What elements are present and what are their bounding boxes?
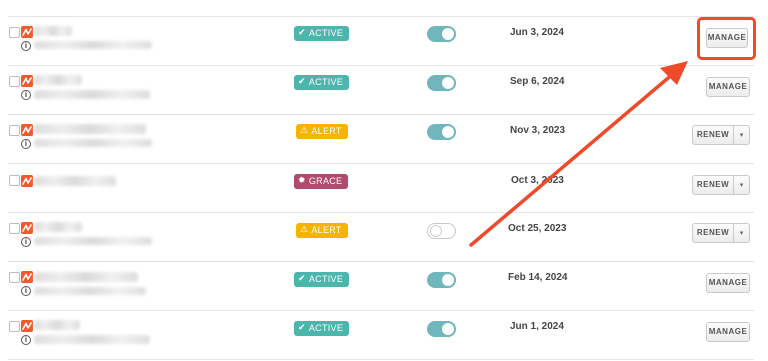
brand-logo-icon: [21, 271, 33, 283]
table-row: ✹ GRACE Oct 3, 2023 RENEW ▾: [0, 164, 768, 213]
info-icon[interactable]: i: [21, 335, 31, 345]
redacted-details: [34, 335, 150, 344]
brand-logo-icon: [21, 124, 33, 136]
table-row: i ✔ ACTIVE Jun 1, 2024 MANAGE: [0, 311, 768, 360]
redacted-name: [34, 26, 72, 36]
check-icon: ✔: [298, 274, 306, 284]
expiry-date: Nov 3, 2023: [510, 125, 566, 136]
info-icon[interactable]: i: [21, 90, 31, 100]
status-badge: ⚠ ALERT: [296, 124, 348, 139]
renew-button[interactable]: RENEW: [692, 175, 734, 195]
chevron-down-icon[interactable]: ▾: [733, 223, 750, 243]
row-checkbox[interactable]: [9, 125, 20, 136]
manage-button[interactable]: MANAGE: [706, 322, 750, 342]
row-checkbox[interactable]: [9, 175, 20, 186]
redacted-details: [34, 287, 146, 295]
renew-button[interactable]: RENEW: [692, 125, 734, 145]
expiry-date: Jun 3, 2024: [510, 27, 564, 38]
table-row: i ✔ ACTIVE Sep 6, 2024 MANAGE: [0, 66, 768, 115]
redacted-details: [34, 237, 152, 245]
table-row: i ✔ ACTIVE Jun 3, 2024 MANAGE: [0, 17, 768, 66]
status-label: ACTIVE: [308, 28, 344, 38]
check-icon: ✔: [298, 28, 306, 38]
expiry-date: Feb 14, 2024: [508, 272, 568, 283]
info-icon[interactable]: i: [21, 286, 31, 296]
redacted-name: [34, 222, 82, 232]
status-badge: ✔ ACTIVE: [294, 26, 350, 41]
chevron-down-icon[interactable]: ▾: [733, 175, 750, 195]
brand-logo-icon: [21, 222, 33, 234]
info-icon[interactable]: i: [21, 41, 31, 51]
status-label: ACTIVE: [308, 77, 344, 87]
domains-table: i ✔ ACTIVE Jun 3, 2024 MANAGE i ✔ ACTIVE…: [0, 0, 768, 361]
manage-button[interactable]: MANAGE: [706, 77, 750, 97]
status-badge: ✔ ACTIVE: [294, 321, 350, 336]
expiry-date: Oct 3, 2023: [511, 175, 564, 186]
brand-logo-icon: [21, 175, 33, 187]
status-label: ACTIVE: [308, 274, 344, 284]
redacted-name: [34, 176, 116, 186]
redacted-details: [34, 41, 152, 49]
auto-renew-toggle[interactable]: [427, 26, 456, 42]
status-badge: ⚠ ALERT: [296, 223, 348, 238]
status-label: GRACE: [308, 176, 343, 186]
status-label: ACTIVE: [308, 323, 344, 333]
redacted-name: [34, 75, 82, 85]
status-label: ALERT: [311, 225, 342, 235]
row-checkbox[interactable]: [9, 27, 20, 38]
info-icon[interactable]: i: [21, 139, 31, 149]
info-icon[interactable]: i: [21, 237, 31, 247]
table-row: i ✔ ACTIVE Feb 14, 2024 MANAGE: [0, 262, 768, 311]
redacted-name: [34, 124, 146, 134]
brand-logo-icon: [21, 26, 33, 38]
check-icon: ✔: [298, 323, 306, 333]
redacted-details: [34, 90, 150, 99]
expiry-date: Oct 25, 2023: [508, 223, 567, 234]
auto-renew-toggle[interactable]: [427, 321, 456, 337]
table-row: i ⚠ ALERT Oct 25, 2023 RENEW ▾: [0, 213, 768, 262]
bug-icon: ✹: [298, 176, 306, 186]
auto-renew-toggle[interactable]: [427, 272, 456, 288]
renew-button[interactable]: RENEW: [692, 223, 734, 243]
status-badge: ✔ ACTIVE: [294, 272, 350, 287]
row-checkbox[interactable]: [9, 272, 20, 283]
auto-renew-toggle[interactable]: [427, 75, 456, 91]
warning-icon: ⚠: [300, 126, 309, 136]
brand-logo-icon: [21, 75, 33, 87]
table-row: i ⚠ ALERT Nov 3, 2023 RENEW ▾: [0, 115, 768, 164]
chevron-down-icon[interactable]: ▾: [733, 125, 750, 145]
row-checkbox[interactable]: [9, 321, 20, 332]
brand-logo-icon: [21, 320, 33, 332]
redacted-details: [34, 139, 152, 147]
auto-renew-toggle[interactable]: [427, 223, 456, 239]
status-label: ALERT: [311, 126, 342, 136]
expiry-date: Sep 6, 2024: [510, 76, 565, 87]
row-checkbox[interactable]: [9, 223, 20, 234]
warning-icon: ⚠: [300, 225, 309, 235]
expiry-date: Jun 1, 2024: [510, 321, 564, 332]
row-checkbox[interactable]: [9, 76, 20, 87]
redacted-name: [34, 320, 80, 330]
redacted-name: [34, 272, 138, 282]
check-icon: ✔: [298, 77, 306, 87]
status-badge: ✔ ACTIVE: [294, 75, 350, 90]
annotation-highlight-box: [697, 17, 756, 60]
status-badge: ✹ GRACE: [294, 174, 349, 189]
auto-renew-toggle[interactable]: [427, 124, 456, 140]
manage-button[interactable]: MANAGE: [706, 273, 750, 293]
